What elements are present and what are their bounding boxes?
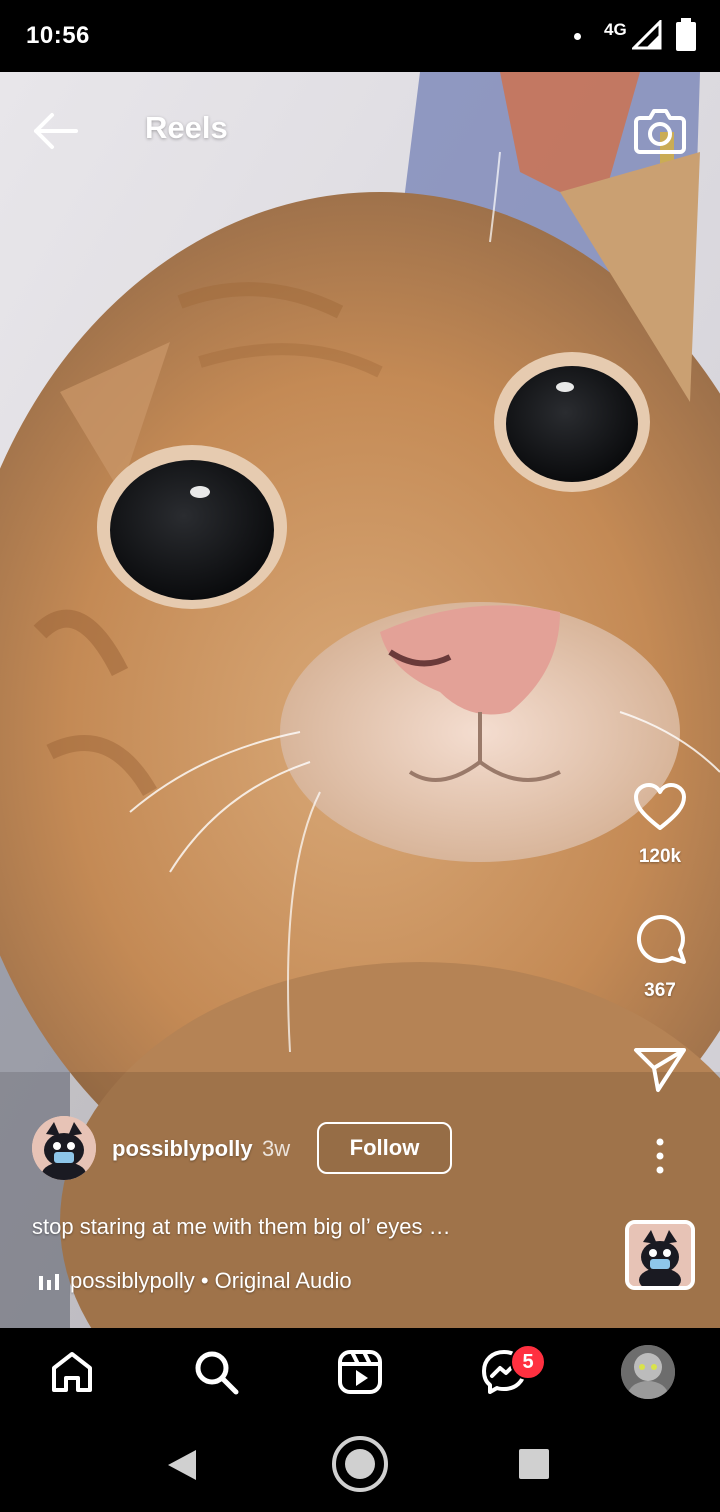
audio-label: possiblypolly • Original Audio [70,1268,352,1293]
audio-thumbnail[interactable] [625,1220,695,1290]
nav-reels[interactable] [330,1342,390,1402]
system-back-icon[interactable] [166,1448,198,1482]
arrow-left-icon[interactable] [30,106,80,156]
status-bar: 10:56 4G [0,0,720,72]
system-home-icon[interactable] [331,1435,389,1493]
battery-icon [676,18,696,51]
notification-dot-icon [574,33,581,40]
comment-action: 367 [620,910,700,1002]
audio-bars-icon [39,1274,59,1290]
system-recents-icon[interactable] [518,1448,550,1480]
nav-search[interactable] [186,1342,246,1402]
network-type: 4G [604,20,627,39]
page-title: Reels [145,110,228,145]
author-username[interactable]: possiblypolly [112,1136,253,1162]
reels-header: Reels [0,72,720,184]
follow-button[interactable]: Follow [317,1122,452,1174]
more-options-icon[interactable] [640,1136,680,1176]
messages-badge: 5 [510,1344,546,1380]
author-avatar[interactable] [32,1116,96,1180]
send-icon[interactable] [632,1044,688,1094]
signal-icon [632,20,662,50]
profile-photo-icon [621,1345,675,1399]
more-action [620,1136,700,1176]
nav-home[interactable] [42,1342,102,1402]
audio-row[interactable]: possiblypolly • Original Audio [38,1268,352,1294]
heart-icon[interactable] [632,782,688,832]
profile-avatar [621,1345,675,1399]
reels-icon [338,1350,382,1394]
bottom-nav: 5 [0,1328,720,1414]
author-row: possiblypolly 3w Follow [32,1116,472,1180]
share-action [620,1044,700,1094]
camera-icon[interactable] [632,102,688,158]
post-age: 3w [262,1136,291,1161]
home-icon [52,1352,92,1392]
status-time: 10:56 [26,22,90,49]
comment-count: 367 [644,980,676,1001]
cat-mask-thumbnail-icon [629,1224,691,1286]
search-icon [195,1351,239,1395]
like-action: 120k [620,782,700,868]
like-count: 120k [638,846,682,867]
post-caption[interactable]: stop staring at me with them big ol’ eye… [32,1214,451,1240]
comment-icon[interactable] [632,910,688,966]
system-nav [0,1414,720,1512]
nav-profile[interactable] [618,1342,678,1402]
cat-mask-avatar-icon [32,1116,96,1180]
